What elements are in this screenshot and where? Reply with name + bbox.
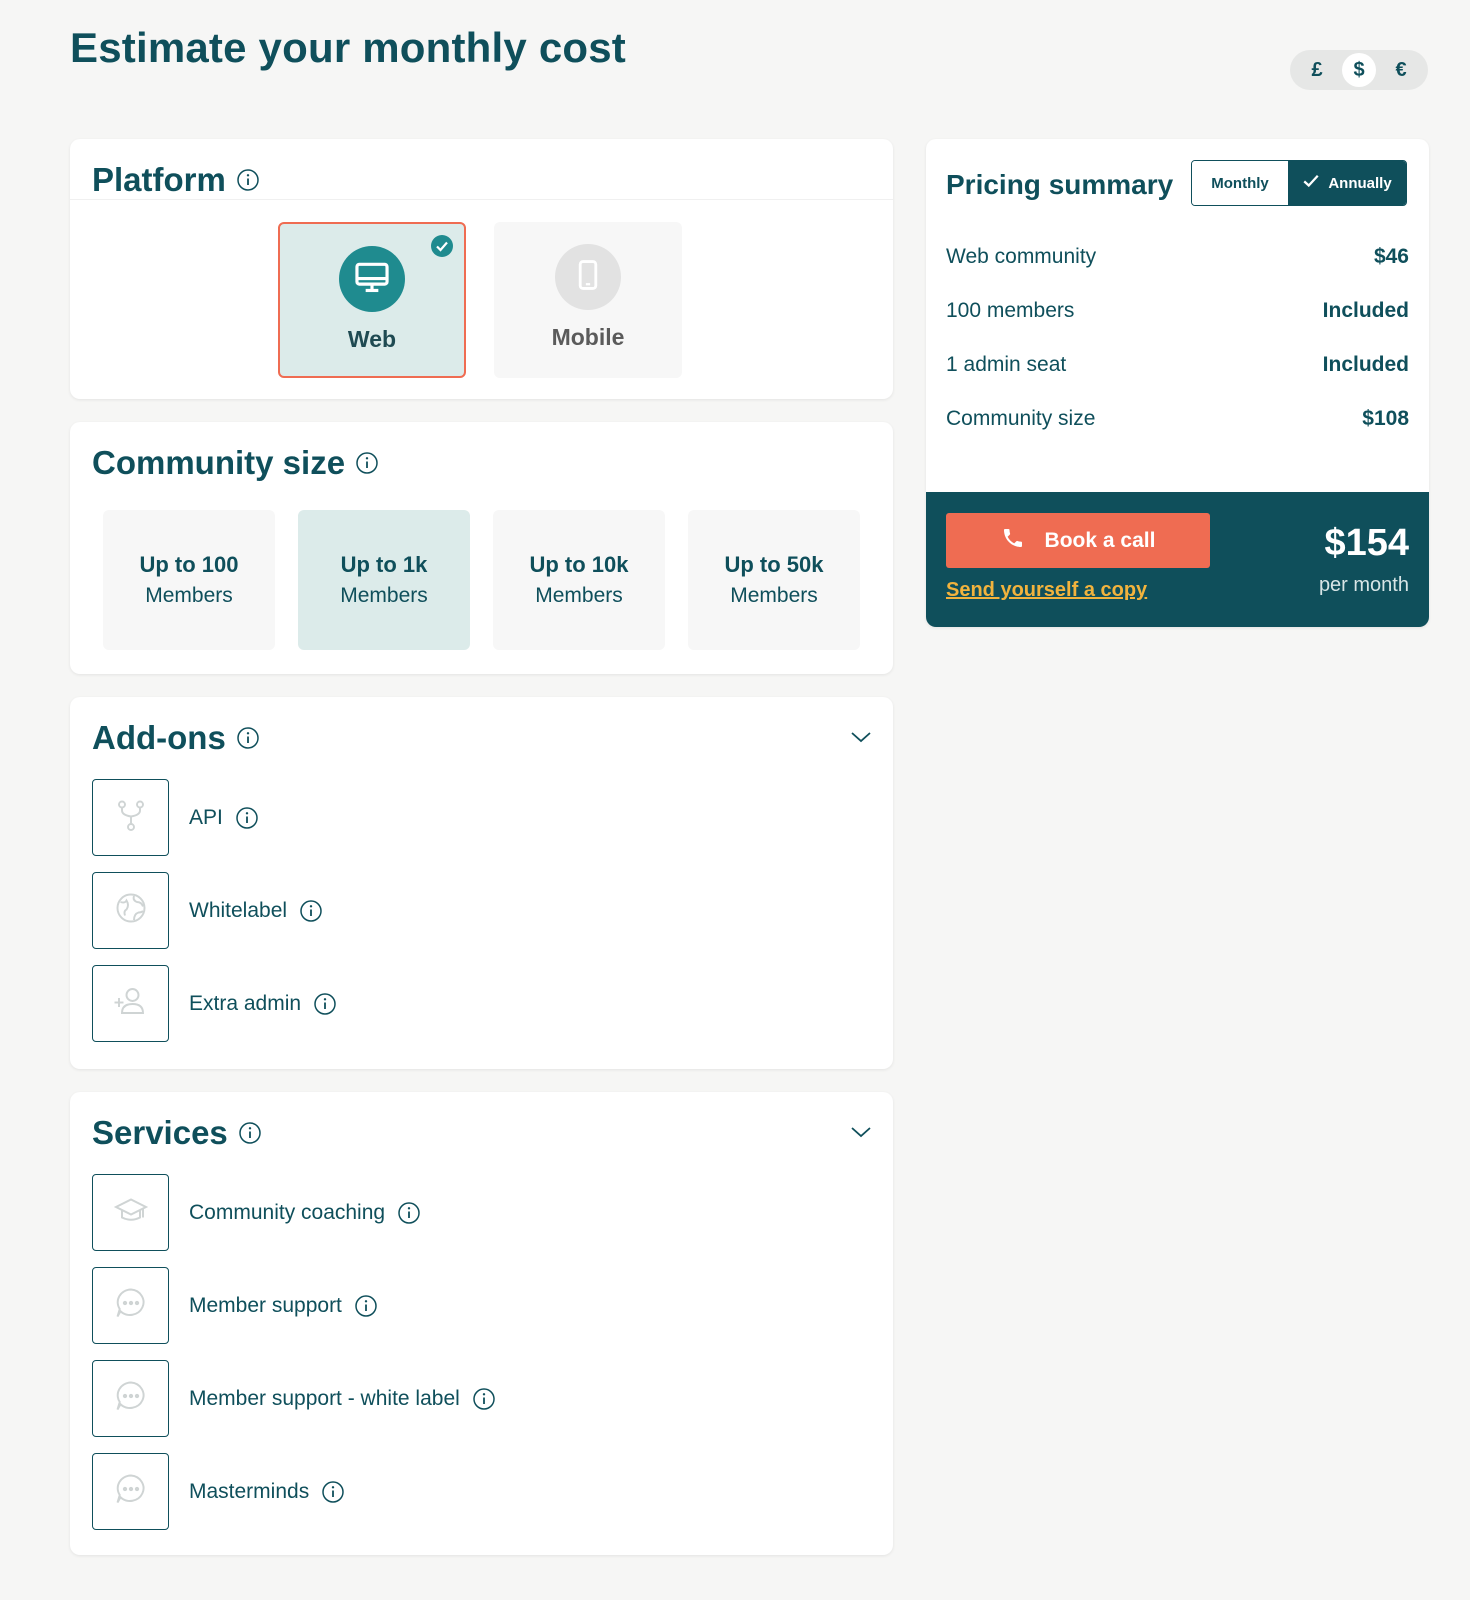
summary-row: Web community $46	[946, 245, 1409, 268]
addon-label: Extra admin	[189, 991, 302, 1015]
platform-option-mobile[interactable]: Mobile	[494, 222, 682, 378]
addon-label: Whitelabel	[189, 898, 288, 922]
chevron-down-icon[interactable]	[849, 725, 873, 749]
check-icon	[1302, 172, 1320, 194]
billing-monthly-button[interactable]: Monthly	[1192, 161, 1288, 205]
billing-toggle: Monthly Annually	[1191, 160, 1407, 206]
info-icon[interactable]	[236, 726, 260, 750]
services-card: Services Community coaching Member suppo…	[70, 1092, 893, 1555]
check-icon	[430, 234, 454, 263]
community-size-title: Community size	[92, 444, 346, 481]
currency-switcher: £ $ €	[1290, 50, 1428, 90]
community-size-card: Community size Up to 100 Members Up to 1…	[70, 422, 893, 674]
info-icon[interactable]	[236, 168, 260, 192]
currency-gbp[interactable]: £	[1300, 53, 1334, 87]
smartphone-icon	[571, 256, 605, 299]
size-option-1k[interactable]: Up to 1k Members	[298, 510, 470, 650]
addon-item-whitelabel: Whitelabel	[92, 872, 323, 949]
info-icon[interactable]	[397, 1201, 421, 1225]
service-checkbox[interactable]	[92, 1174, 169, 1251]
addon-label: API	[189, 805, 223, 829]
addon-item-extra-admin: Extra admin	[92, 965, 337, 1042]
chat-bubble-icon	[113, 1378, 149, 1419]
chat-bubble-icon	[113, 1285, 149, 1326]
page-title: Estimate your monthly cost	[70, 24, 626, 71]
info-icon[interactable]	[313, 992, 337, 1016]
addon-item-api: API	[92, 779, 259, 856]
services-title: Services	[92, 1114, 228, 1151]
info-icon[interactable]	[355, 451, 379, 475]
phone-icon	[1001, 526, 1025, 556]
book-a-call-button[interactable]: Book a call	[946, 513, 1210, 568]
platform-label: Web	[347, 326, 397, 352]
info-icon[interactable]	[472, 1387, 496, 1411]
chat-bubble-icon	[113, 1471, 149, 1512]
addons-title: Add-ons	[92, 719, 226, 756]
per-month-label: per month	[1318, 574, 1409, 596]
graduation-cap-icon	[113, 1192, 149, 1233]
summary-row: 100 members Included	[946, 299, 1409, 322]
addon-checkbox[interactable]	[92, 872, 169, 949]
size-option-50k[interactable]: Up to 50k Members	[688, 510, 860, 650]
chevron-down-icon[interactable]	[849, 1120, 873, 1144]
info-icon[interactable]	[299, 899, 323, 923]
service-item-member-support-white-label: Member support - white label	[92, 1360, 496, 1437]
service-label: Masterminds	[189, 1479, 310, 1503]
add-user-icon	[113, 983, 149, 1024]
total-price: $154	[1324, 522, 1409, 564]
globe-icon	[113, 890, 149, 931]
summary-row: 1 admin seat Included	[946, 353, 1409, 376]
summary-row: Community size $108	[946, 407, 1409, 430]
service-item-masterminds: Masterminds	[92, 1453, 345, 1530]
info-icon[interactable]	[354, 1294, 378, 1318]
summary-title: Pricing summary	[946, 169, 1174, 200]
divider	[70, 199, 893, 200]
service-label: Community coaching	[189, 1200, 386, 1224]
summary-footer: Book a call Send yourself a copy $154 pe…	[926, 492, 1429, 627]
size-option-10k[interactable]: Up to 10k Members	[493, 510, 665, 650]
platform-card: Platform Web Mobile	[70, 139, 893, 399]
platform-title: Platform	[92, 161, 226, 198]
fork-icon	[113, 797, 149, 838]
platform-label: Mobile	[551, 324, 625, 350]
pricing-summary-card: Pricing summary Monthly Annually Web com…	[926, 139, 1429, 627]
currency-eur[interactable]: €	[1384, 53, 1418, 87]
addons-card: Add-ons API Whitelabel Extra admin	[70, 697, 893, 1069]
service-label: Member support - white label	[189, 1386, 460, 1410]
service-label: Member support	[189, 1293, 342, 1317]
currency-usd[interactable]: $	[1342, 53, 1376, 87]
service-item-community-coaching: Community coaching	[92, 1174, 421, 1251]
addon-checkbox[interactable]	[92, 779, 169, 856]
info-icon[interactable]	[321, 1480, 345, 1504]
service-checkbox[interactable]	[92, 1453, 169, 1530]
info-icon[interactable]	[238, 1121, 262, 1145]
monitor-icon	[353, 258, 391, 301]
service-checkbox[interactable]	[92, 1267, 169, 1344]
billing-annually-button[interactable]: Annually	[1288, 161, 1406, 205]
addon-checkbox[interactable]	[92, 965, 169, 1042]
info-icon[interactable]	[235, 806, 259, 830]
service-item-member-support: Member support	[92, 1267, 378, 1344]
service-checkbox[interactable]	[92, 1360, 169, 1437]
size-option-100[interactable]: Up to 100 Members	[103, 510, 275, 650]
send-copy-link[interactable]: Send yourself a copy	[946, 579, 1147, 602]
platform-option-web[interactable]: Web	[278, 222, 466, 378]
